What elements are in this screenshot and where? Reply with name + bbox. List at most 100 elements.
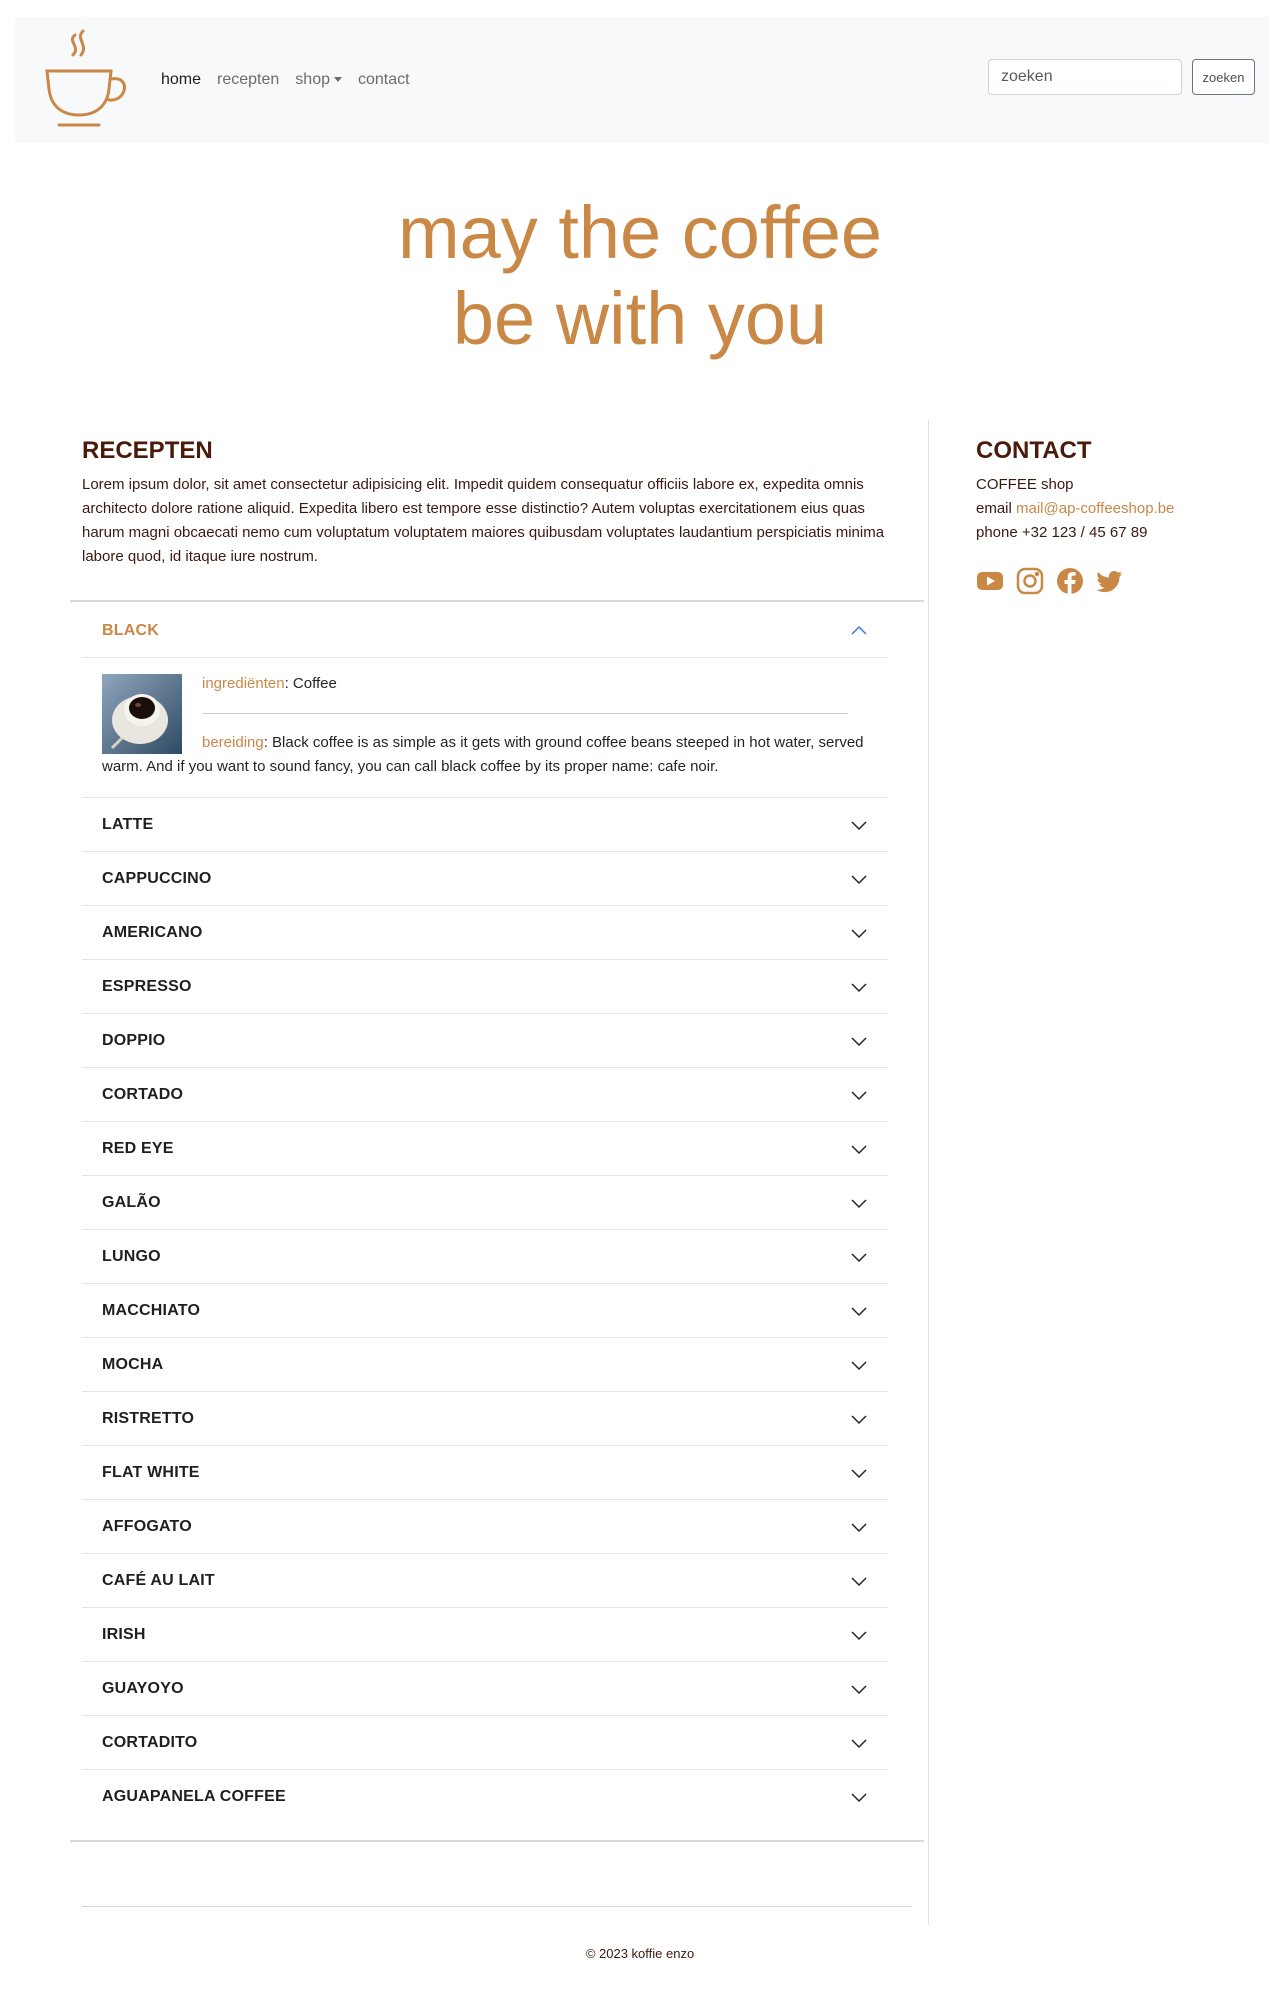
accordion-item: DOPPIO bbox=[82, 1014, 888, 1068]
accordion-title: GALÃO bbox=[102, 1193, 161, 1211]
accordion-header[interactable]: MOCHA bbox=[82, 1338, 888, 1391]
hero-line-1: may the coffee bbox=[397, 191, 883, 274]
recepten-title: RECEPTEN bbox=[82, 437, 213, 464]
accordion-header[interactable]: AFFOGATO bbox=[82, 1500, 888, 1553]
preparation-line: bereiding: Black coffee is as simple as … bbox=[102, 734, 864, 775]
chevron-down-icon bbox=[851, 1684, 867, 1694]
chevron-down-icon bbox=[851, 1630, 867, 1640]
accordion-title: GUAYOYO bbox=[102, 1679, 184, 1697]
accordion-header[interactable]: LUNGO bbox=[82, 1230, 888, 1283]
preparation-label: bereiding bbox=[202, 734, 264, 751]
accordion-item: LUNGO bbox=[82, 1230, 888, 1284]
column-divider bbox=[928, 420, 929, 1925]
accordion-item: RISTRETTO bbox=[82, 1392, 888, 1446]
accordion-body-black: ingrediënten: Coffee bereiding: Black co… bbox=[82, 657, 888, 797]
coffee-cup-icon[interactable] bbox=[37, 27, 133, 133]
accordion-item: CAPPUCCINO bbox=[82, 852, 888, 906]
footer-divider bbox=[82, 1906, 912, 1907]
search-button[interactable]: zoeken bbox=[1192, 59, 1255, 95]
chevron-down-icon bbox=[851, 982, 867, 992]
nav-link-home[interactable]: home bbox=[153, 71, 209, 89]
accordion-item: FLAT WHITE bbox=[82, 1446, 888, 1500]
accordion-header[interactable]: AMERICANO bbox=[82, 906, 888, 959]
chevron-down-icon bbox=[851, 1522, 867, 1532]
accordion-title: AFFOGATO bbox=[102, 1517, 192, 1535]
recepten-intro: Lorem ipsum dolor, sit amet consectetur … bbox=[82, 476, 885, 565]
accordion-header[interactable]: MACCHIATO bbox=[82, 1284, 888, 1337]
accordion-header[interactable]: FLAT WHITE bbox=[82, 1446, 888, 1499]
footer-copyright: © 2023 koffie enzo bbox=[585, 1946, 695, 1961]
chevron-down-icon bbox=[851, 1252, 867, 1262]
accordion-item: RED EYE bbox=[82, 1122, 888, 1176]
accordion-title: DOPPIO bbox=[102, 1031, 166, 1049]
nav-link-contact[interactable]: contact bbox=[350, 71, 418, 89]
instagram-icon[interactable] bbox=[1016, 567, 1044, 595]
chevron-down-icon bbox=[851, 1360, 867, 1370]
contact-email-row: email mail@ap-coffeeshop.be bbox=[976, 497, 1174, 521]
accordion-item: AMERICANO bbox=[82, 906, 888, 960]
nav-links: home recepten shop contact bbox=[153, 17, 418, 143]
accordion-item: MACCHIATO bbox=[82, 1284, 888, 1338]
accordion-title: CORTADO bbox=[102, 1085, 184, 1103]
chevron-down-icon bbox=[851, 1036, 867, 1046]
chevron-down-icon bbox=[851, 1414, 867, 1424]
chevron-down-icon bbox=[851, 1738, 867, 1748]
chevron-down-icon bbox=[851, 1576, 867, 1586]
accordion-item: AGUAPANELA COFFEE bbox=[82, 1770, 888, 1823]
accordion-title: IRISH bbox=[102, 1625, 146, 1643]
accordion-header[interactable]: CAPPUCCINO bbox=[82, 852, 888, 905]
accordion-header[interactable]: AGUAPANELA COFFEE bbox=[82, 1770, 888, 1823]
accordion-header[interactable]: LATTE bbox=[82, 798, 888, 851]
accordion-top-border bbox=[70, 600, 924, 602]
accordion-item: CORTADITO bbox=[82, 1716, 888, 1770]
chevron-down-icon bbox=[851, 874, 867, 884]
ingredients-value: : Coffee bbox=[284, 675, 337, 692]
contact-company: COFFEE shop bbox=[976, 476, 1074, 493]
accordion-item: CORTADO bbox=[82, 1068, 888, 1122]
accordion-collapsed-items: LATTE CAPPUCCINO AMERICANO ESPRESSO DOPPIO CO… bbox=[82, 798, 888, 1823]
nav-link-shop[interactable]: shop bbox=[287, 71, 350, 89]
accordion-header[interactable]: CAFÉ AU LAIT bbox=[82, 1554, 888, 1607]
caret-down-icon bbox=[334, 77, 342, 83]
accordion-title: CAPPUCCINO bbox=[102, 869, 212, 887]
nav-link-recepten[interactable]: recepten bbox=[209, 71, 287, 89]
youtube-icon[interactable] bbox=[976, 567, 1004, 595]
nav-link-shop-label: shop bbox=[295, 71, 330, 88]
accordion-bottom-border bbox=[70, 1840, 924, 1842]
accordion-title: MACCHIATO bbox=[102, 1301, 201, 1319]
accordion-title: BLACK bbox=[102, 621, 159, 639]
ingredients-label: ingrediënten bbox=[202, 675, 285, 692]
chevron-down-icon bbox=[851, 1306, 867, 1316]
accordion-item: AFFOGATO bbox=[82, 1500, 888, 1554]
ingredients-line: ingrediënten: Coffee bbox=[102, 672, 868, 696]
chevron-down-icon bbox=[851, 1144, 867, 1154]
contact-phone: phone +32 123 / 45 67 89 bbox=[976, 524, 1148, 541]
accordion-header-black[interactable]: BLACK bbox=[82, 604, 888, 657]
accordion-header[interactable]: RISTRETTO bbox=[82, 1392, 888, 1445]
contact-email-link[interactable]: mail@ap-coffeeshop.be bbox=[1016, 500, 1174, 517]
facebook-icon[interactable] bbox=[1056, 567, 1084, 595]
accordion-title: AGUAPANELA COFFEE bbox=[102, 1787, 286, 1805]
accordion-header[interactable]: CORTADO bbox=[82, 1068, 888, 1121]
accordion-header[interactable]: GALÃO bbox=[82, 1176, 888, 1229]
twitter-icon[interactable] bbox=[1096, 567, 1124, 595]
accordion-title: RED EYE bbox=[102, 1139, 174, 1157]
search-input[interactable] bbox=[988, 59, 1182, 95]
accordion-header[interactable]: CORTADITO bbox=[82, 1716, 888, 1769]
accordion-title: CORTADITO bbox=[102, 1733, 198, 1751]
accordion-item: CAFÉ AU LAIT bbox=[82, 1554, 888, 1608]
accordion-title: LUNGO bbox=[102, 1247, 161, 1265]
accordion-header[interactable]: DOPPIO bbox=[82, 1014, 888, 1067]
chevron-down-icon bbox=[851, 1198, 867, 1208]
social-links bbox=[976, 567, 1124, 595]
accordion-title: MOCHA bbox=[102, 1355, 164, 1373]
accordion-header[interactable]: GUAYOYO bbox=[82, 1662, 888, 1715]
hero-line-2: be with you bbox=[452, 277, 828, 360]
accordion-header[interactable]: ESPRESSO bbox=[82, 960, 888, 1013]
accordion-item-black: BLACK ingrediënten: Coffee bereiding: Bl… bbox=[82, 604, 888, 798]
accordion-title: AMERICANO bbox=[102, 923, 203, 941]
hero-heading: may the coffee be with you bbox=[0, 190, 1280, 362]
accordion-header[interactable]: RED EYE bbox=[82, 1122, 888, 1175]
accordion-title: RISTRETTO bbox=[102, 1409, 195, 1427]
accordion-header[interactable]: IRISH bbox=[82, 1608, 888, 1661]
